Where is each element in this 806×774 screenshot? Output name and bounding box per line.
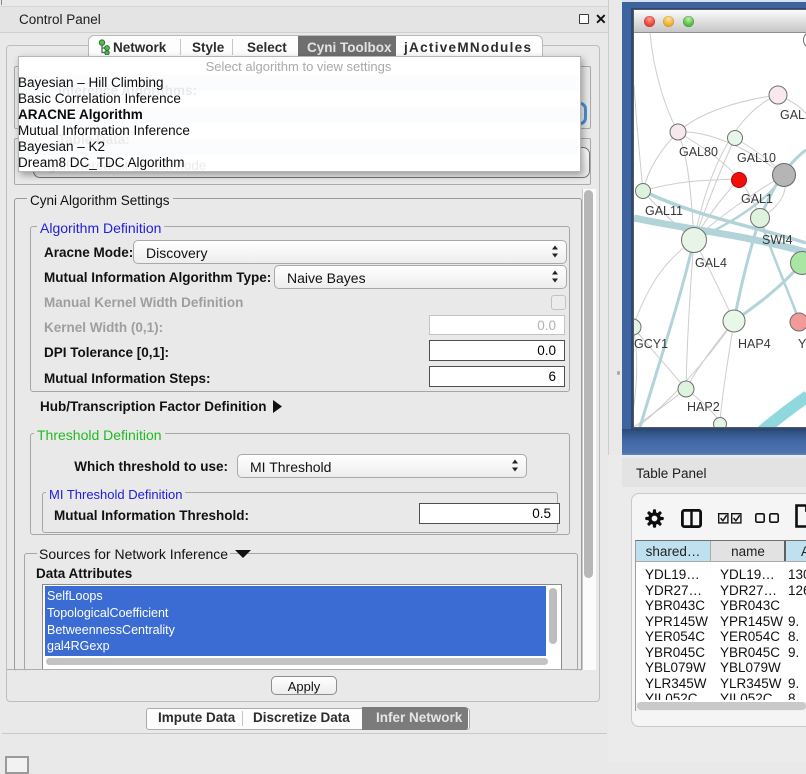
svg-text:HAP4: HAP4 — [738, 337, 771, 351]
svg-text:GAL11: GAL11 — [645, 204, 683, 218]
svg-text:GAL80: GAL80 — [679, 145, 718, 159]
svg-text:GAL2: GAL2 — [780, 108, 806, 122]
svg-text:GAL4: GAL4 — [695, 256, 727, 270]
svg-text:GCY1: GCY1 — [634, 337, 668, 351]
svg-text:GAL10: GAL10 — [737, 151, 776, 165]
svg-text:GAL1: GAL1 — [741, 192, 773, 206]
svg-text:SWI4: SWI4 — [762, 233, 793, 247]
svg-text:HAP2: HAP2 — [687, 400, 720, 414]
svg-text:Y: Y — [798, 337, 806, 351]
